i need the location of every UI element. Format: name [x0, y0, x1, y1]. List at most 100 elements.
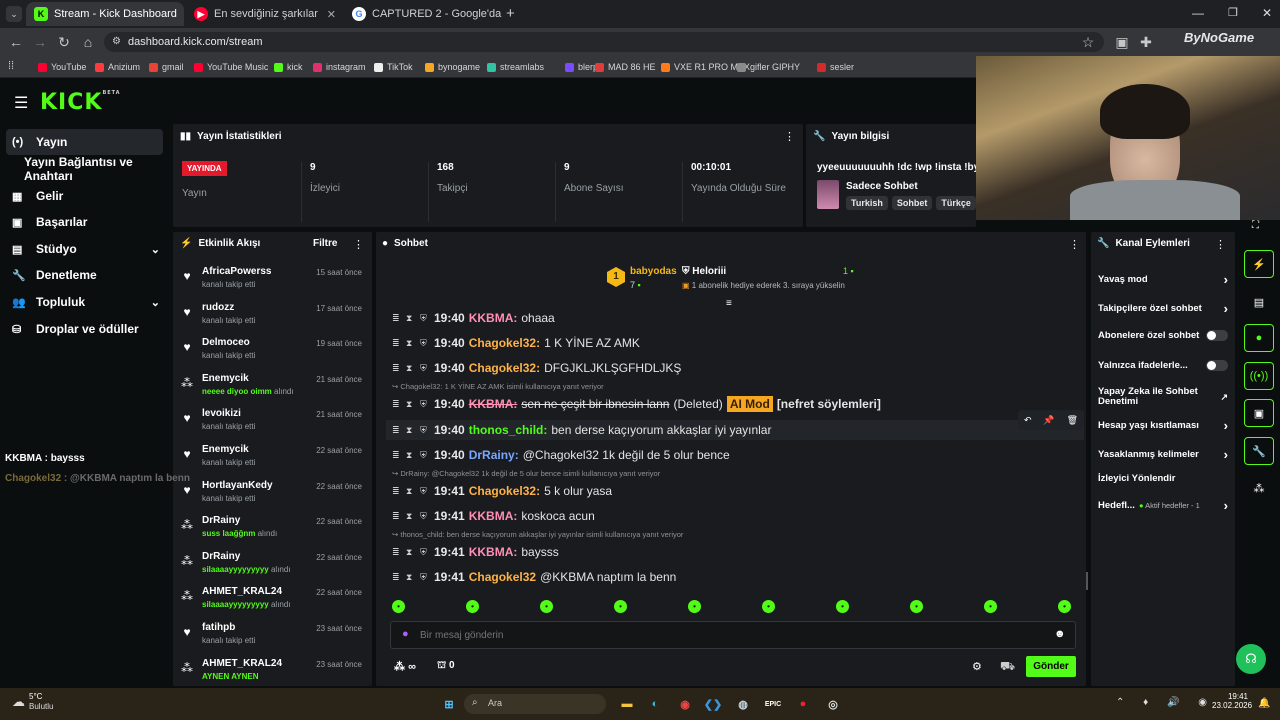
app-red-icon[interactable]: ● [792, 693, 814, 715]
message-username[interactable]: KKBMA: [469, 397, 518, 411]
emote-icon[interactable]: • [762, 600, 775, 613]
activity-item[interactable]: ♥ levoikizi kanalı takip etti 21 saat önce [180, 408, 368, 444]
kick-logo[interactable]: KICKBETA [40, 90, 121, 115]
activity-item[interactable]: ♥ fatihpb kanalı takip etti 23 saat önce [180, 622, 368, 658]
timeout-icon[interactable]: ⧗ [406, 338, 420, 349]
activity-item[interactable]: ♥ rudozz kanalı takip etti 17 saat önce [180, 302, 368, 338]
timeout-icon[interactable]: ⧗ [406, 511, 420, 522]
vscode-icon[interactable]: ❮❯ [702, 693, 724, 715]
chrome-icon[interactable]: ◉ [674, 693, 696, 715]
toggle-switch[interactable] [1206, 330, 1228, 341]
emote-icon[interactable]: • [466, 600, 479, 613]
filter-button[interactable]: Filtre [313, 238, 337, 249]
moderation-icon[interactable]: ▣ [1244, 399, 1274, 427]
bookmark-item[interactable]: kick [274, 60, 303, 74]
moderator-menu-icon[interactable]: ≣ [392, 313, 406, 324]
close-tab-icon[interactable]: ✕ [183, 8, 184, 21]
bookmark-star-icon[interactable]: ☆ [1080, 34, 1096, 50]
bookmark-item[interactable]: gmail [149, 60, 184, 74]
quick-actions-icon[interactable]: ⚡ [1244, 250, 1274, 278]
chat-message[interactable]: ≣ ⧗ ⛨ 19:40 Chagokel32: 1 K YİNE AZ AMK [392, 333, 640, 353]
bookmark-item[interactable]: YouTube [38, 60, 86, 74]
reply-icon[interactable]: ↶ [1024, 415, 1032, 426]
channel-action-item[interactable]: Yapay Zeka ile Sohbet Denetimi ↗ [1098, 387, 1228, 407]
timeout-icon[interactable]: ⧗ [406, 399, 420, 410]
activity-item[interactable]: ⁂ Enemycik neeee diyoo oimm alındı 21 saat … [180, 373, 368, 409]
activity-item[interactable]: ♥ Delmoceo kanalı takip etti 19 saat önce [180, 337, 368, 373]
notification-bell-icon[interactable]: 🔔 [1258, 698, 1270, 709]
reply-context[interactable]: ↪ DrRainy: @Chagokel32 1k değil de 5 olu… [392, 469, 660, 478]
more-options-icon[interactable]: ⋮ [1069, 238, 1080, 251]
sidebar-item-stream[interactable]: (•) Yayın [6, 129, 163, 155]
activity-item[interactable]: ⁂ AHMET_KRAL24 silaaaayyyyyyyyy alındı 22 s… [180, 586, 368, 622]
chat-message[interactable]: ≣ ⧗ ⛨ 19:40 thonos_child: ben derse kaçıyorum… [386, 420, 1084, 440]
leader-username[interactable]: babyodas [630, 266, 677, 277]
bookmark-item[interactable]: bynogame [425, 60, 480, 74]
chat-icon[interactable]: ● [1244, 324, 1274, 352]
reply-context[interactable]: ↪ Chagokel32: 1 K YİNE AZ AMK isimli kul… [392, 382, 604, 391]
extension-icon[interactable]: ▣ [1114, 34, 1130, 50]
moderator-menu-icon[interactable]: ≣ [392, 572, 406, 583]
moderator-menu-icon[interactable]: ≣ [392, 363, 406, 374]
file-explorer-icon[interactable]: ▬ [616, 693, 638, 715]
timeout-icon[interactable]: ⧗ [406, 313, 420, 324]
reply-context[interactable]: ↪ thonos_child: ben derse kaçıyorum akka… [392, 530, 683, 539]
tag-chip[interactable]: Turkish [846, 196, 888, 210]
emote-icon[interactable]: • [836, 600, 849, 613]
tag-chip[interactable]: Türkçe [936, 196, 976, 210]
windows-start-icon[interactable]: ⊞ [438, 693, 460, 715]
back-arrow-icon[interactable]: ← [8, 34, 24, 50]
bookmark-item[interactable]: Anizium [95, 60, 140, 74]
moderator-menu-icon[interactable]: ≣ [392, 511, 406, 522]
apps-grid-icon[interactable]: ⁞⁞ [8, 60, 14, 72]
chat-message[interactable]: ≣ ⧗ ⛨ 19:40 KKBMA: sen ne çeşit bir ibnesin l… [392, 394, 881, 414]
emote-icon[interactable]: • [614, 600, 627, 613]
chat-message[interactable]: ≣ ⧗ ⛨ 19:41 KKBMA: baysss [392, 542, 559, 562]
sidebar-item-stream-key[interactable]: Yayın Bağlantısı ve Anahtarı [0, 155, 170, 183]
emote-icon[interactable]: • [910, 600, 923, 613]
timeout-icon[interactable]: ⧗ [406, 363, 420, 374]
bookmark-item[interactable]: MAD 86 HE [595, 60, 656, 74]
menu-hamburger-icon[interactable]: ☰ [14, 93, 28, 113]
minimize-window-icon[interactable]: — [1192, 6, 1204, 20]
message-username[interactable]: Chagokel32 [469, 570, 536, 584]
activity-item[interactable]: ♥ AfricaPowerss kanalı takip etti 15 saat ö… [180, 266, 368, 302]
epic-games-icon[interactable]: EPIC [762, 693, 784, 715]
delete-icon[interactable]: 🗑 [1067, 415, 1078, 426]
activity-item[interactable]: ♥ Enemycik kanalı takip etti 22 saat önce [180, 444, 368, 480]
moderator-menu-icon[interactable]: ≣ [392, 547, 406, 558]
chat-scrollbar[interactable] [1086, 572, 1088, 590]
channel-action-item[interactable]: Yavaş mod › [1098, 272, 1228, 287]
home-icon[interactable]: ⌂ [80, 34, 96, 50]
browser-tab-kick[interactable]: K Stream - Kick Dashboard ✕ [26, 2, 184, 26]
maximize-window-icon[interactable]: ❐ [1228, 6, 1238, 19]
message-username[interactable]: KKBMA: [469, 509, 518, 523]
collapse-pinned-icon[interactable]: ≡ [726, 298, 732, 309]
send-button[interactable]: Gönder [1026, 656, 1076, 677]
chat-message[interactable]: ≣ ⧗ ⛨ 19:40 DrRainy: @Chagokel32 1k değil de … [392, 445, 730, 465]
chat-settings-icon[interactable]: ⚙ [972, 660, 982, 673]
reload-icon[interactable]: ↻ [56, 34, 72, 50]
pin-icon[interactable]: 📌 [1043, 415, 1054, 426]
message-username[interactable]: Chagokel32: [469, 484, 540, 498]
notes-icon[interactable]: ▤ [1244, 288, 1274, 316]
moderator-menu-icon[interactable]: ≣ [392, 450, 406, 461]
message-username[interactable]: KKBMA: [469, 311, 518, 325]
tools-icon[interactable]: 🔧 [1244, 437, 1274, 465]
emote-icon[interactable]: • [1058, 600, 1071, 613]
moderator-menu-icon[interactable]: ≣ [392, 399, 406, 410]
message-username[interactable]: Chagokel32: [469, 361, 540, 375]
toggle-switch[interactable] [1206, 360, 1228, 371]
chat-message[interactable]: ≣ ⧗ ⛨ 19:40 Chagokel32: DFGJKLJKLŞGFHDLJKŞ [392, 358, 681, 378]
steam-icon[interactable]: ◍ [732, 693, 754, 715]
message-username[interactable]: KKBMA: [469, 545, 518, 559]
sidebar-item-achievements[interactable]: ▣ Başarılar [0, 209, 170, 235]
fullscreen-icon[interactable]: ⛶ [1252, 220, 1259, 231]
channel-action-item[interactable]: Takipçilere özel sohbet › [1098, 301, 1228, 316]
timeout-icon[interactable]: ⧗ [406, 425, 420, 436]
bookmark-item[interactable]: gifler GIPHY [737, 60, 800, 74]
emoji-picker-icon[interactable]: ☻ [1054, 628, 1066, 640]
more-options-icon[interactable]: ⋮ [1215, 238, 1226, 251]
activity-item[interactable]: ♥ HortlayanKedy kanalı takip etti 22 saat ö… [180, 480, 368, 516]
browser-tab-youtube-music[interactable]: ▶ En sevdiğiniz şarkılar ve albüml ✕ [186, 2, 344, 26]
